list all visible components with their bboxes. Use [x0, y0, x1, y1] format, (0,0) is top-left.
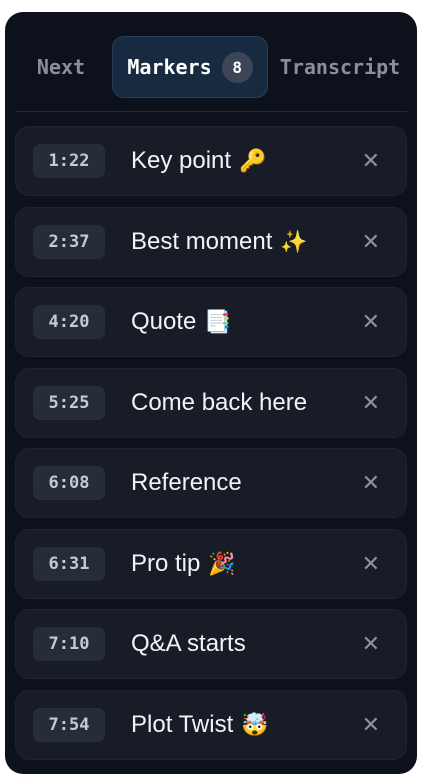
marker-label: Come back here: [131, 369, 307, 437]
marker-label: Quote 📑: [131, 288, 232, 356]
marker-label: Q&A starts: [131, 610, 246, 678]
marker-timestamp[interactable]: 6:31: [33, 546, 105, 581]
marker-label: Reference: [131, 449, 242, 517]
tab-markers-label: Markers: [127, 55, 212, 79]
tab-next-label: Next: [36, 55, 86, 79]
tab-transcript-label: Transcript: [279, 55, 401, 79]
marker-label: Plot Twist 🤯: [131, 691, 269, 759]
tab-markers[interactable]: Markers 8: [112, 36, 268, 98]
marker-row[interactable]: 6:08 Reference ✕: [15, 448, 407, 518]
marker-row[interactable]: 7:10 Q&A starts ✕: [15, 609, 407, 679]
markers-panel: Next Markers 8 Transcript 1:22 Key point…: [5, 12, 417, 774]
marker-label-text: Plot Twist: [131, 710, 234, 738]
exploding-head-emoji-icon: 🤯: [241, 711, 269, 737]
marker-timestamp[interactable]: 6:08: [33, 466, 105, 500]
marker-label-text: Pro tip: [131, 549, 201, 577]
marker-timestamp[interactable]: 1:22: [33, 144, 105, 178]
marker-label: Best moment ✨: [131, 208, 308, 276]
tab-next[interactable]: Next: [29, 36, 93, 98]
tab-bar: Next Markers 8 Transcript: [5, 12, 417, 112]
markers-count-badge: 8: [221, 51, 253, 83]
party-popper-emoji-icon: 🎉: [208, 550, 236, 576]
remove-marker-close-icon[interactable]: ✕: [362, 369, 380, 437]
marker-label-text: Come back here: [131, 388, 308, 416]
marker-timestamp[interactable]: 7:54: [33, 707, 105, 742]
marker-label-text: Best moment: [131, 227, 273, 255]
bookmark-tabs-emoji-icon: 📑: [204, 309, 232, 334]
marker-list: 1:22 Key point 🔑 ✕ 2:37 Best moment ✨ ✕ …: [15, 126, 407, 770]
marker-row[interactable]: 4:20 Quote 📑 ✕: [15, 287, 407, 357]
remove-marker-close-icon[interactable]: ✕: [362, 610, 380, 678]
marker-timestamp[interactable]: 2:37: [33, 224, 105, 259]
key-emoji-icon: 🔑: [239, 148, 267, 173]
remove-marker-close-icon[interactable]: ✕: [362, 127, 380, 195]
remove-marker-close-icon[interactable]: ✕: [362, 449, 380, 517]
tab-divider: [15, 111, 407, 112]
marker-label-text: Q&A starts: [131, 630, 246, 657]
remove-marker-close-icon[interactable]: ✕: [362, 288, 380, 356]
marker-label-text: Reference: [131, 469, 242, 496]
marker-row[interactable]: 7:54 Plot Twist 🤯 ✕: [15, 689, 407, 760]
marker-row[interactable]: 6:31 Pro tip 🎉 ✕: [15, 528, 407, 599]
marker-timestamp[interactable]: 5:25: [33, 385, 105, 420]
marker-row[interactable]: 2:37 Best moment ✨ ✕: [15, 206, 407, 277]
remove-marker-close-icon[interactable]: ✕: [362, 208, 380, 276]
marker-row[interactable]: 5:25 Come back here ✕: [15, 367, 407, 438]
remove-marker-close-icon[interactable]: ✕: [362, 530, 380, 598]
marker-label-text: Key point: [131, 147, 232, 174]
tab-transcript[interactable]: Transcript: [277, 36, 403, 98]
marker-label: Pro tip 🎉: [131, 530, 236, 598]
sparkles-emoji-icon: ✨: [280, 228, 308, 254]
marker-label-text: Quote: [131, 308, 197, 335]
marker-label: Key point 🔑: [131, 127, 266, 195]
remove-marker-close-icon[interactable]: ✕: [362, 691, 380, 759]
marker-row[interactable]: 1:22 Key point 🔑 ✕: [15, 126, 407, 196]
marker-timestamp[interactable]: 7:10: [33, 627, 105, 661]
marker-timestamp[interactable]: 4:20: [33, 305, 105, 339]
